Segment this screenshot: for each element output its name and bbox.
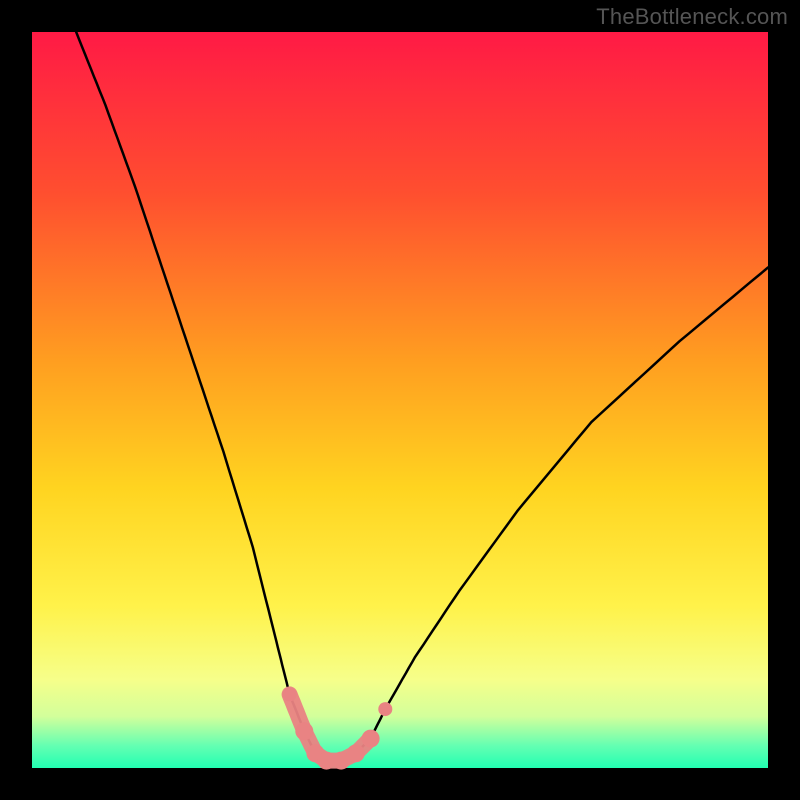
optimal-marker — [347, 744, 365, 762]
bottleneck-curve-chart — [0, 0, 800, 800]
optimal-marker — [362, 730, 380, 748]
optimal-marker — [378, 702, 392, 716]
gradient-background — [32, 32, 768, 768]
optimal-marker — [283, 687, 297, 701]
watermark-text: TheBottleneck.com — [596, 4, 788, 30]
optimal-marker — [295, 722, 313, 740]
chart-container: TheBottleneck.com — [0, 0, 800, 800]
